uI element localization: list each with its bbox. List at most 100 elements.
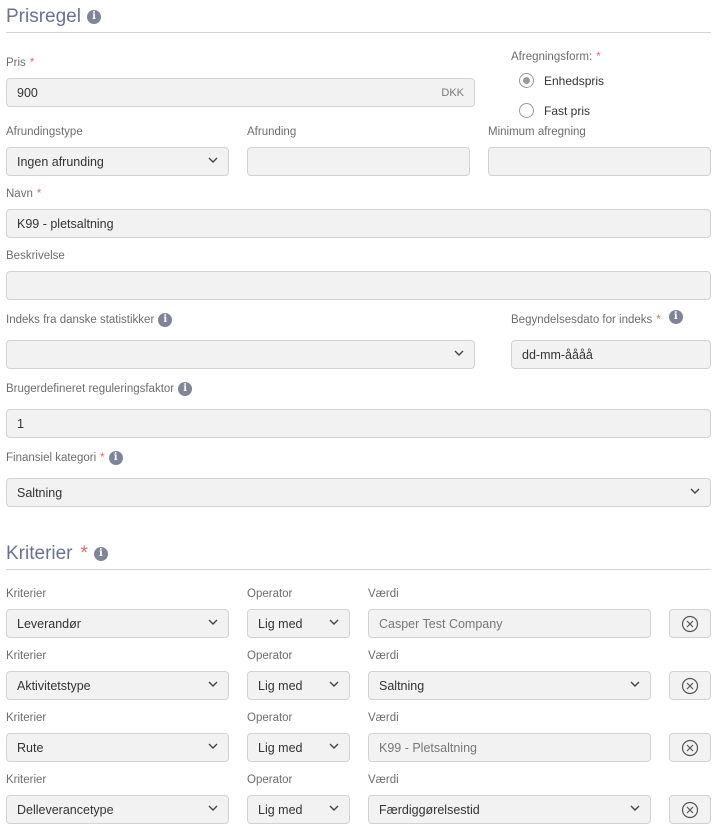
- reguleringsfaktor-label: Brugerdefineret reguleringsfaktor i: [6, 382, 193, 396]
- minimum-afregning-label: Minimum afregning: [488, 126, 586, 138]
- vaerdi-input[interactable]: Casper Test Company: [368, 609, 651, 638]
- radio-label: Fast pris: [544, 103, 591, 118]
- close-circle-icon: [681, 801, 699, 819]
- operator-value: Lig med: [258, 740, 303, 755]
- operator-label: Operator: [247, 588, 293, 600]
- radio-selected-icon[interactable]: [519, 73, 534, 88]
- radio-fast-pris[interactable]: Fast pris: [519, 103, 590, 118]
- vaerdi-select[interactable]: Færdiggørelsestid: [368, 795, 651, 824]
- pris-value: 900: [17, 85, 38, 100]
- vaerdi-value: Færdiggørelsestid: [379, 802, 480, 817]
- chevron-down-icon: [630, 681, 640, 691]
- vaerdi-select[interactable]: Saltning: [368, 671, 651, 700]
- afrundingstype-value: Ingen afrunding: [17, 154, 104, 169]
- pris-input[interactable]: 900 DKK: [6, 78, 475, 107]
- info-icon[interactable]: i: [668, 310, 683, 324]
- kriterie-label: Kriterier: [6, 588, 47, 600]
- vaerdi-input[interactable]: K99 - Pletsaltning: [368, 733, 651, 762]
- currency-suffix: DKK: [441, 86, 464, 99]
- remove-kriterie-button[interactable]: [669, 733, 711, 762]
- info-icon[interactable]: i: [178, 382, 193, 396]
- minimum-afregning-input[interactable]: [488, 147, 711, 176]
- beskrivelse-label: Beskrivelse: [6, 250, 65, 262]
- chevron-down-icon: [329, 805, 339, 815]
- vaerdi-label: Værdi: [368, 650, 399, 662]
- reguleringsfaktor-input[interactable]: 1: [6, 409, 711, 438]
- afrundingstype-select[interactable]: Ingen afrunding: [6, 147, 229, 176]
- chevron-down-icon: [208, 805, 218, 815]
- kriterie-select[interactable]: Leverandør: [6, 609, 229, 638]
- beskrivelse-input[interactable]: [6, 271, 711, 300]
- operator-select[interactable]: Lig med: [247, 733, 350, 762]
- operator-select[interactable]: Lig med: [247, 609, 350, 638]
- operator-select[interactable]: Lig med: [247, 671, 350, 700]
- vaerdi-label: Værdi: [368, 588, 399, 600]
- info-icon[interactable]: i: [108, 451, 123, 465]
- finansiel-kategori-value: Saltning: [17, 485, 63, 500]
- kriterie-value: Leverandør: [17, 616, 81, 631]
- reguleringsfaktor-value: 1: [17, 416, 24, 431]
- info-icon[interactable]: i: [158, 313, 173, 327]
- info-icon[interactable]: i: [86, 10, 101, 24]
- radio-label: Enhedspris: [544, 73, 605, 88]
- kriterie-select[interactable]: Aktivitetstype: [6, 671, 229, 700]
- info-icon[interactable]: i: [93, 547, 108, 561]
- prisregel-title: Prisregel: [6, 6, 81, 27]
- chevron-down-icon: [329, 681, 339, 691]
- radio-unselected-icon[interactable]: [519, 103, 534, 118]
- operator-select[interactable]: Lig med: [247, 795, 350, 824]
- kriterie-value: Rute: [17, 740, 44, 755]
- section-title-prisregel: Prisregel i: [6, 6, 101, 28]
- section-title-kriterier: Kriterier * i: [6, 543, 108, 565]
- chevron-down-icon: [208, 157, 218, 167]
- chevron-down-icon: [329, 619, 339, 629]
- finansiel-kategori-label: Finansiel kategori * i: [6, 451, 123, 465]
- operator-label: Operator: [247, 712, 293, 724]
- close-circle-icon: [681, 615, 699, 633]
- navn-label: Navn *: [6, 188, 42, 200]
- navn-input[interactable]: K99 - pletsaltning: [6, 209, 711, 238]
- kriterie-label: Kriterier: [6, 712, 47, 724]
- kriterie-label: Kriterier: [6, 774, 47, 786]
- chevron-down-icon: [329, 743, 339, 753]
- kriterie-value: Delleverancetype: [17, 802, 114, 817]
- vaerdi-value: K99 - Pletsaltning: [379, 740, 477, 755]
- indeks-label: Indeks fra danske statistikker i: [6, 313, 173, 327]
- vaerdi-value: Saltning: [379, 678, 425, 693]
- vaerdi-label: Værdi: [368, 774, 399, 786]
- chevron-down-icon: [208, 743, 218, 753]
- afrunding-input[interactable]: [247, 147, 470, 176]
- remove-kriterie-button[interactable]: [669, 795, 711, 824]
- date-placeholder: dd-mm-åååå: [522, 347, 593, 362]
- operator-value: Lig med: [258, 802, 303, 817]
- chevron-down-icon: [630, 805, 640, 815]
- radio-enhedspris[interactable]: Enhedspris: [519, 73, 604, 88]
- chevron-down-icon: [208, 619, 218, 629]
- afrunding-label: Afrunding: [247, 126, 297, 138]
- divider: [6, 32, 711, 33]
- operator-value: Lig med: [258, 678, 303, 693]
- chevron-down-icon: [690, 488, 700, 498]
- afregningsform-label: Afregningsform: *: [511, 51, 601, 63]
- indeks-select[interactable]: [6, 340, 475, 369]
- remove-kriterie-button[interactable]: [669, 671, 711, 700]
- divider: [6, 569, 711, 570]
- kriterie-select[interactable]: Rute: [6, 733, 229, 762]
- navn-value: K99 - pletsaltning: [17, 216, 114, 231]
- operator-value: Lig med: [258, 616, 303, 631]
- chevron-down-icon: [454, 350, 464, 360]
- finansiel-kategori-select[interactable]: Saltning: [6, 478, 711, 507]
- close-circle-icon: [681, 739, 699, 757]
- begyndelsesdato-input[interactable]: dd-mm-åååå: [511, 340, 711, 369]
- kriterie-label: Kriterier: [6, 650, 47, 662]
- kriterie-value: Aktivitetstype: [17, 678, 91, 693]
- afrundingstype-label: Afrundingstype: [6, 126, 83, 138]
- chevron-down-icon: [208, 681, 218, 691]
- kriterie-select[interactable]: Delleverancetype: [6, 795, 229, 824]
- kriterier-title: Kriterier: [6, 543, 73, 564]
- vaerdi-value: Casper Test Company: [379, 616, 503, 631]
- remove-kriterie-button[interactable]: [669, 609, 711, 638]
- operator-label: Operator: [247, 774, 293, 786]
- pris-label: Pris *: [6, 57, 35, 69]
- operator-label: Operator: [247, 650, 293, 662]
